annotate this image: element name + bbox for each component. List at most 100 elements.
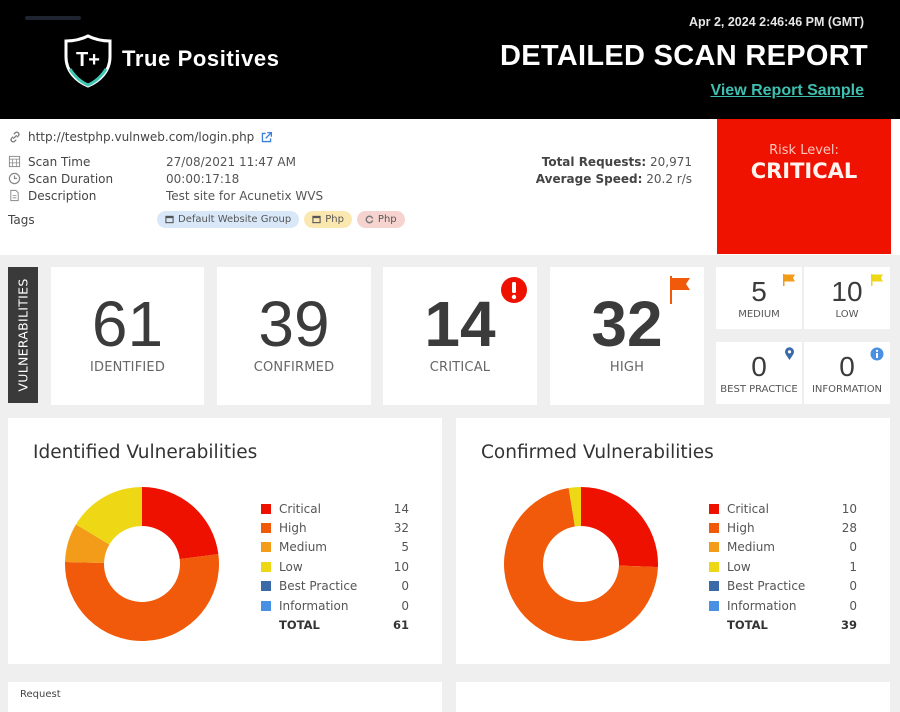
window-icon — [165, 215, 174, 224]
identified-label: IDENTIFIED — [89, 360, 166, 375]
request-panel-title: Request — [20, 689, 61, 700]
legend-item-high: High 32 — [261, 518, 409, 537]
best-practice-label: BEST PRACTICE — [720, 384, 798, 395]
header-decorative-bar — [25, 16, 81, 20]
donut-slice-critical[interactable] — [581, 487, 658, 568]
scan-time-row: Scan Time 27/08/2021 11:47 AM — [8, 153, 323, 170]
target-url: http://testphp.vulnweb.com/login.php — [8, 130, 273, 144]
legend-swatch — [709, 523, 719, 534]
high-flag-icon — [670, 276, 690, 304]
clock-icon — [8, 172, 21, 185]
medium-card: 5 MEDIUM — [716, 267, 802, 329]
confirmed-chart-title: Confirmed Vulnerabilities — [481, 442, 714, 463]
risk-level-label: Risk Level: — [769, 143, 839, 158]
legend-total-label: TOTAL — [727, 618, 768, 633]
report-datetime: Apr 2, 2024 2:46:46 PM (GMT) — [688, 15, 864, 29]
legend-swatch — [261, 503, 271, 514]
legend-item-information: Information 0 — [709, 596, 857, 615]
legend-value: 0 — [401, 598, 409, 613]
description-label: Description — [28, 188, 97, 203]
legend-value: 32 — [393, 521, 409, 536]
legend-label: Medium — [727, 540, 775, 555]
external-link-icon[interactable] — [260, 131, 273, 144]
medium-label: MEDIUM — [738, 309, 780, 320]
critical-alert-icon — [501, 277, 527, 303]
information-label: INFORMATION — [811, 384, 883, 395]
legend-item-high: High 28 — [709, 518, 857, 537]
tag-label: Default Website Group — [178, 214, 292, 225]
legend-label: Information — [279, 598, 349, 613]
shield-logo-icon: T+ — [64, 34, 112, 88]
total-requests-value: 20,971 — [650, 155, 692, 169]
legend-total-label: TOTAL — [279, 618, 320, 633]
description-value: Test site for Acunetix WVS — [166, 188, 324, 203]
legend-label: Low — [727, 559, 751, 574]
legend-item-critical: Critical 10 — [709, 499, 857, 518]
legend-value: 0 — [401, 579, 409, 594]
scan-duration-value: 00:00:17:18 — [166, 171, 240, 186]
identified-vulnerabilities-panel: Identified Vulnerabilities Critical 14 Hig… — [8, 418, 442, 664]
request-stats: Total Requests: 20,971 Average Speed: 20… — [536, 154, 692, 188]
average-speed-label: Average Speed: — [535, 172, 643, 186]
legend-total-value: 61 — [392, 618, 409, 633]
legend-label: Best Practice — [727, 579, 806, 594]
calendar-icon — [8, 155, 21, 168]
legend-value: 0 — [849, 540, 857, 555]
technology-icon — [365, 215, 374, 224]
tag-php[interactable]: Php — [304, 211, 352, 228]
brand-name: True Positives — [122, 46, 280, 71]
tag-php-technology[interactable]: Php — [356, 211, 405, 228]
legend-label: Best Practice — [279, 579, 358, 594]
legend-swatch — [261, 561, 271, 572]
legend-swatch — [261, 542, 271, 553]
link-icon — [10, 131, 20, 143]
request-panel: Request — [8, 682, 442, 712]
legend-value: 10 — [393, 559, 409, 574]
legend-label: Critical — [727, 501, 769, 516]
critical-label: CRITICAL — [429, 360, 491, 375]
low-label: LOW — [835, 309, 859, 320]
response-panel — [456, 682, 890, 712]
legend-item-best-practice: Best Practice 0 — [709, 577, 857, 596]
legend-swatch — [709, 600, 719, 611]
legend-value: 0 — [849, 598, 857, 613]
donut-slice-high[interactable] — [65, 554, 219, 641]
total-requests: Total Requests: 20,971 — [536, 154, 692, 171]
risk-level-box: Risk Level: CRITICAL — [717, 119, 891, 254]
legend-swatch — [709, 542, 719, 553]
window-icon — [312, 215, 321, 224]
legend-spacer — [709, 620, 719, 630]
low-card: 10 LOW — [804, 267, 890, 329]
legend-swatch — [709, 503, 719, 514]
info-icon — [870, 347, 884, 361]
legend-swatch — [709, 581, 719, 592]
high-label: HIGH — [609, 360, 645, 375]
location-pin-icon — [785, 347, 794, 360]
identified-donut-chart — [65, 487, 219, 641]
legend-total: TOTAL 39 — [709, 615, 857, 634]
total-requests-label: Total Requests: — [541, 155, 647, 169]
tag-default-website-group[interactable]: Default Website Group — [157, 211, 300, 228]
identified-chart-title: Identified Vulnerabilities — [33, 442, 258, 463]
vulnerabilities-side-label: VULNERABILITIES — [8, 267, 38, 403]
scan-duration-row: Scan Duration 00:00:17:18 — [8, 170, 323, 187]
legend-label: High — [279, 521, 307, 536]
legend-label: Low — [279, 559, 303, 574]
legend-value: 14 — [393, 501, 409, 516]
donut-slice-critical[interactable] — [142, 487, 219, 560]
legend-item-low: Low 10 — [261, 557, 409, 576]
best-practice-card: 0 BEST PRACTICE — [716, 342, 802, 404]
identified-count: 61 — [91, 288, 164, 360]
target-url-text[interactable]: http://testphp.vulnweb.com/login.php — [28, 130, 254, 144]
legend-item-low: Low 1 — [709, 557, 857, 576]
document-icon — [10, 189, 19, 202]
view-report-sample-link[interactable]: View Report Sample — [710, 82, 864, 100]
average-speed: Average Speed: 20.2 r/s — [536, 171, 692, 188]
medium-flag-icon — [783, 274, 795, 286]
scan-time-value: 27/08/2021 11:47 AM — [166, 154, 296, 169]
confirmed-vulnerabilities-panel: Confirmed Vulnerabilities Critical 10 High… — [456, 418, 890, 664]
legend-value: 10 — [841, 501, 857, 516]
legend-item-best-practice: Best Practice 0 — [261, 577, 409, 596]
legend-swatch — [261, 523, 271, 534]
legend-swatch — [261, 581, 271, 592]
